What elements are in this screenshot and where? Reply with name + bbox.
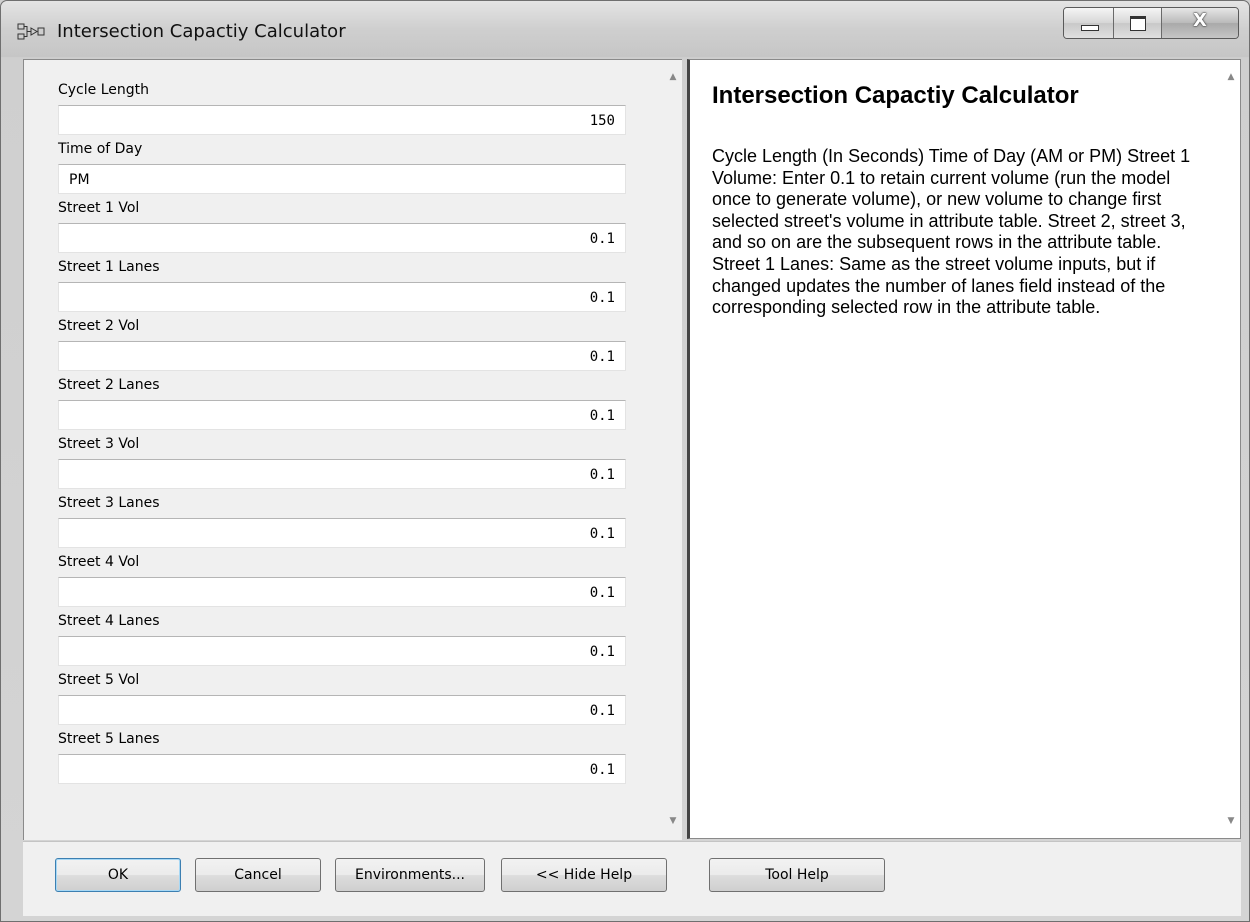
parameter-input[interactable]: 150	[58, 105, 626, 135]
parameter-input[interactable]: 0.1	[58, 341, 626, 371]
help-pane: Intersection Capactiy Calculator Cycle L…	[687, 59, 1241, 839]
parameter-input[interactable]: 0.1	[58, 518, 626, 548]
help-text: Cycle Length (In Seconds) Time of Day (A…	[712, 146, 1191, 318]
parameter-field: Street 2 Lanes 0.1	[58, 377, 630, 436]
parameter-label: Street 3 Lanes	[58, 495, 160, 511]
parameter-label: Street 2 Lanes	[58, 377, 160, 393]
help-scrollbar[interactable]: ▲ ▼	[1222, 60, 1240, 838]
minimize-icon	[1081, 25, 1099, 31]
tool-help-button[interactable]: Tool Help	[709, 858, 885, 892]
parameter-input[interactable]: 0.1	[58, 400, 626, 430]
parameter-label: Cycle Length	[58, 82, 149, 98]
scroll-down-arrow-icon[interactable]: ▼	[664, 812, 682, 830]
parameter-label: Street 1 Lanes	[58, 259, 160, 275]
dialog-window: Intersection Capactiy Calculator X Cycle…	[0, 0, 1250, 922]
parameter-field: Street 3 Vol 0.1	[58, 436, 630, 495]
model-tool-icon	[17, 23, 45, 40]
help-title: Intersection Capactiy Calculator	[712, 82, 1079, 109]
parameter-input[interactable]: 0.1	[58, 223, 626, 253]
parameter-label: Time of Day	[58, 141, 143, 157]
parameter-field: Street 1 Lanes 0.1	[58, 259, 630, 318]
parameter-field: Street 5 Lanes 0.1	[58, 731, 630, 790]
parameter-label: Street 4 Lanes	[58, 613, 160, 629]
parameter-field: Time of Day PM	[58, 141, 630, 200]
parameter-label: Street 5 Vol	[58, 672, 140, 688]
hide-help-button[interactable]: << Hide Help	[501, 858, 667, 892]
environments-button[interactable]: Environments...	[335, 858, 485, 892]
parameter-input[interactable]: 0.1	[58, 459, 626, 489]
parameter-field: Street 1 Vol 0.1	[58, 200, 630, 259]
window-title: Intersection Capactiy Calculator	[57, 21, 346, 42]
close-button[interactable]: X	[1162, 8, 1238, 38]
parameter-label: Street 5 Lanes	[58, 731, 160, 747]
parameter-form: Cycle Length 150 Time of Day PM Street 1 Vol…	[58, 82, 630, 790]
parameters-scrollbar[interactable]: ▲ ▼	[664, 60, 682, 840]
cancel-button[interactable]: Cancel	[195, 858, 321, 892]
parameter-input[interactable]: 0.1	[58, 636, 626, 666]
maximize-button[interactable]	[1114, 8, 1162, 38]
button-bar: OK Cancel Environments... << Hide Help T…	[23, 841, 1241, 916]
parameter-field: Street 2 Vol 0.1	[58, 318, 630, 377]
minimize-button[interactable]	[1064, 8, 1114, 38]
title-bar[interactable]: Intersection Capactiy Calculator X	[1, 1, 1249, 57]
parameter-label: Street 1 Vol	[58, 200, 140, 216]
maximize-icon	[1130, 16, 1146, 31]
parameter-field: Street 3 Lanes 0.1	[58, 495, 630, 554]
parameter-label: Street 4 Vol	[58, 554, 140, 570]
ok-button[interactable]: OK	[55, 858, 181, 892]
parameters-pane: Cycle Length 150 Time of Day PM Street 1 Vol…	[23, 59, 682, 840]
parameter-field: Street 5 Vol 0.1	[58, 672, 630, 731]
help-scroll-up-arrow-icon[interactable]: ▲	[1222, 68, 1240, 86]
parameter-input[interactable]: 0.1	[58, 282, 626, 312]
parameter-field: Cycle Length 150	[58, 82, 630, 141]
parameter-input[interactable]: PM	[58, 164, 626, 194]
caption-buttons: X	[1063, 7, 1239, 39]
parameter-label: Street 3 Vol	[58, 436, 140, 452]
parameter-field: Street 4 Lanes 0.1	[58, 613, 630, 672]
parameter-input[interactable]: 0.1	[58, 577, 626, 607]
parameter-label: Street 2 Vol	[58, 318, 140, 334]
close-icon: X	[1193, 10, 1207, 31]
parameter-field: Street 4 Vol 0.1	[58, 554, 630, 613]
scroll-up-arrow-icon[interactable]: ▲	[664, 68, 682, 86]
help-scroll-down-arrow-icon[interactable]: ▼	[1222, 812, 1240, 830]
parameter-input[interactable]: 0.1	[58, 754, 626, 784]
parameter-input[interactable]: 0.1	[58, 695, 626, 725]
